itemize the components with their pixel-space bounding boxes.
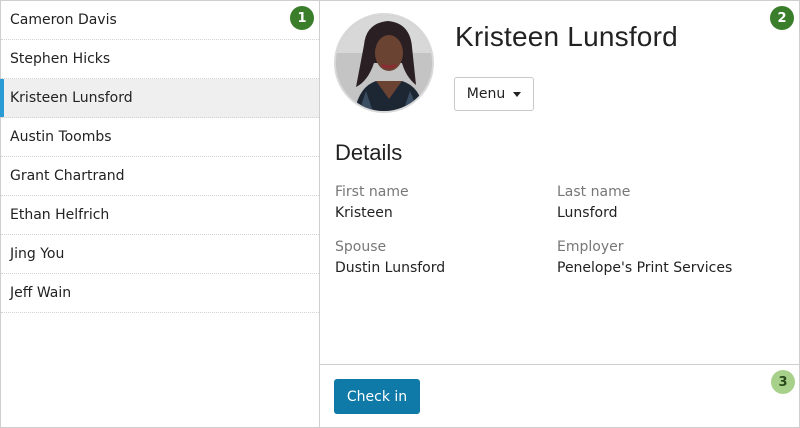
region-badge-2: 2 (770, 6, 794, 30)
list-item[interactable]: Jing You (1, 235, 319, 274)
list-item[interactable]: Stephen Hicks (1, 40, 319, 79)
caret-down-icon (513, 91, 522, 97)
people-list: Cameron Davis Stephen Hicks Kristeen Lun… (0, 1, 319, 313)
list-item-label: Kristeen Lunsford (10, 90, 133, 106)
people-list-pane: Cameron Davis Stephen Hicks Kristeen Lun… (0, 1, 320, 427)
list-item-selected[interactable]: Kristeen Lunsford (0, 79, 319, 118)
list-item[interactable]: Ethan Helfrich (1, 196, 319, 235)
employer-field: Employer Penelope's Print Services (557, 239, 732, 276)
spouse-label: Spouse (335, 239, 387, 255)
list-item-label: Jeff Wain (10, 285, 72, 301)
person-name: Kristeen Lunsford (455, 21, 678, 52)
avatar (334, 13, 434, 113)
spouse-field: Spouse Dustin Lunsford (335, 239, 445, 276)
last-name-value: Lunsford (557, 205, 618, 221)
employer-label: Employer (557, 239, 624, 255)
first-name-field: First name Kristeen (335, 184, 409, 221)
detail-footer: Check in 3 (320, 364, 799, 427)
list-item[interactable]: Austin Toombs (1, 118, 319, 157)
list-item-label: Cameron Davis (10, 12, 117, 28)
app-window: Cameron Davis Stephen Hicks Kristeen Lun… (0, 0, 800, 428)
region-badge-1: 1 (290, 6, 314, 30)
menu-dropdown-button[interactable]: Menu (454, 77, 534, 111)
list-item-label: Stephen Hicks (10, 51, 111, 67)
last-name-label: Last name (557, 184, 631, 200)
employer-value: Penelope's Print Services (557, 260, 733, 276)
list-item-label: Ethan Helfrich (10, 207, 110, 223)
list-item-label: Austin Toombs (10, 129, 112, 145)
last-name-field: Last name Lunsford (557, 184, 630, 221)
person-detail-pane: 2 Kristeen Lunsford Menu Details First n… (320, 1, 799, 427)
menu-button-label: Menu (466, 86, 506, 102)
list-item[interactable]: Grant Chartrand (1, 157, 319, 196)
list-item-label: Grant Chartrand (10, 168, 125, 184)
list-item[interactable]: Jeff Wain (1, 274, 319, 313)
check-in-button[interactable]: Check in (334, 379, 420, 414)
list-item-label: Jing You (10, 246, 65, 262)
region-badge-3: 3 (771, 370, 795, 394)
details-heading: Details (335, 140, 403, 165)
avatar-photo (336, 15, 432, 111)
first-name-value: Kristeen (335, 205, 393, 221)
spouse-value: Dustin Lunsford (335, 260, 446, 276)
first-name-label: First name (335, 184, 409, 200)
list-item[interactable]: Cameron Davis (1, 1, 319, 40)
